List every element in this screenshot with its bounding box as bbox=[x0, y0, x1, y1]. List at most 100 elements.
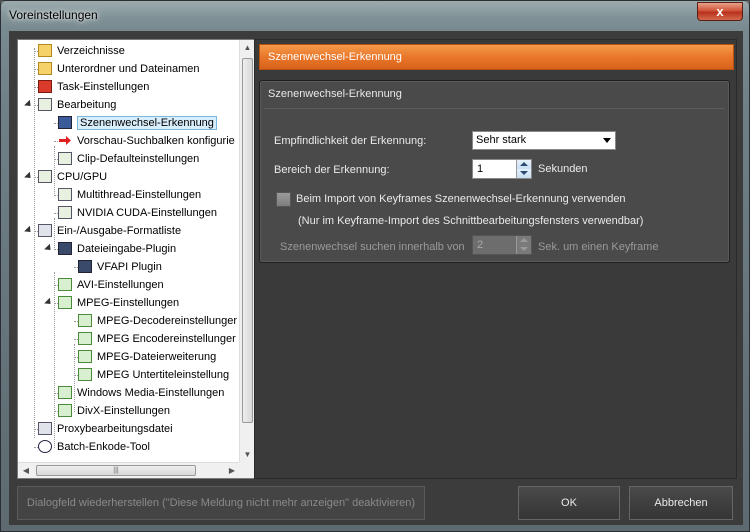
doc-icon bbox=[78, 367, 92, 381]
search-within-label: Szenenwechsel suchen innerhalb von bbox=[280, 241, 465, 253]
search-within-unit: Sek. um einen Keyframe bbox=[538, 241, 659, 253]
tree-item-label: Unterordner und Dateinamen bbox=[57, 63, 200, 75]
plugin-icon bbox=[78, 259, 92, 273]
tree-item-label: Vorschau-Suchbalken konfigurie bbox=[77, 135, 235, 147]
restore-dialogs-button[interactable]: Dialogfeld wiederherstellen ("Diese Meld… bbox=[17, 486, 425, 520]
tree-item[interactable]: VFAPI Plugin bbox=[78, 258, 162, 276]
tree-item-label: Ein-/Ausgabe-Formatliste bbox=[57, 225, 182, 237]
spin-down-icon[interactable] bbox=[517, 245, 531, 254]
group-divider bbox=[264, 108, 725, 109]
search-within-stepper[interactable]: 2 bbox=[472, 235, 532, 255]
tree-item[interactable]: Verzeichnisse bbox=[38, 42, 125, 60]
tree-item[interactable]: Multithread-Einstellungen bbox=[58, 186, 201, 204]
tree-item[interactable]: Clip-Defaulteinstellungen bbox=[58, 150, 199, 168]
tree-item[interactable]: Bearbeitung bbox=[38, 96, 116, 114]
task-icon bbox=[38, 79, 52, 93]
edit-icon bbox=[38, 97, 52, 111]
tree-item-label: Dateieingabe-Plugin bbox=[77, 243, 177, 255]
scene-detection-group: Szenenwechsel-Erkennung Empfindlichkeit … bbox=[259, 80, 730, 263]
spin-up-icon[interactable] bbox=[517, 160, 531, 169]
scroll-left-icon[interactable]: ◀ bbox=[18, 463, 34, 478]
tree-item[interactable]: DivX-Einstellungen bbox=[58, 402, 170, 420]
range-value: 1 bbox=[477, 163, 484, 175]
tree-item[interactable]: MPEG-Einstellungen bbox=[58, 294, 179, 312]
tree-item-label: VFAPI Plugin bbox=[97, 261, 162, 273]
edit-icon bbox=[58, 151, 72, 165]
tree-item-label: Bearbeitung bbox=[57, 99, 117, 111]
keyframe-checkbox-label[interactable]: Beim Import von Keyframes Szenenwechsel-… bbox=[296, 193, 626, 205]
tree-item-label: MPEG-Einstellungen bbox=[77, 297, 180, 309]
clock-icon bbox=[38, 439, 52, 453]
range-label: Bereich der Erkennung: bbox=[274, 164, 390, 176]
spin-up-icon[interactable] bbox=[517, 236, 531, 245]
tree-item[interactable]: AVI-Einstellungen bbox=[58, 276, 164, 294]
edit-icon bbox=[38, 169, 52, 183]
list-icon bbox=[38, 223, 52, 237]
ok-button[interactable]: OK bbox=[518, 486, 620, 520]
tree-item[interactable]: NVIDIA CUDA-Einstellungen bbox=[58, 204, 217, 222]
preferences-window: Voreinstellungen x Verzeichnisse Unterord… bbox=[0, 0, 750, 532]
tree-item-label: Multithread-Einstellungen bbox=[77, 189, 202, 201]
tree-horizontal-scrollbar[interactable]: ◀ ||| ▶ bbox=[18, 462, 240, 478]
tree-item[interactable]: Task-Einstellungen bbox=[38, 78, 149, 96]
horizontal-scroll-thumb[interactable]: ||| bbox=[36, 465, 196, 476]
tree-item-label: DivX-Einstellungen bbox=[77, 405, 170, 417]
tree-item-label: MPEG-Decodereinstellunger bbox=[97, 315, 238, 327]
settings-content-panel: Szenenwechsel-Erkennung Szenenwechsel-Er… bbox=[254, 39, 737, 479]
tree-item[interactable]: MPEG Encodereinstellunger bbox=[78, 330, 236, 348]
tree-item[interactable]: Dateieingabe-Plugin bbox=[58, 240, 176, 258]
range-stepper[interactable]: 1 bbox=[472, 159, 532, 179]
tree-content: Verzeichnisse Unterordner und Dateinamen T… bbox=[18, 40, 240, 463]
tree-item-label: AVI-Einstellungen bbox=[77, 279, 164, 291]
plugin-icon bbox=[58, 241, 72, 255]
search-within-value: 2 bbox=[477, 239, 484, 251]
range-stepper-buttons[interactable] bbox=[516, 160, 531, 178]
dialog-client: Verzeichnisse Unterordner und Dateinamen T… bbox=[9, 31, 743, 525]
tree-item-label: CPU/GPU bbox=[57, 171, 108, 183]
sensitivity-select[interactable]: Sehr stark bbox=[472, 131, 616, 150]
range-unit: Sekunden bbox=[538, 163, 588, 175]
tree-vertical-scrollbar[interactable]: ▲ ▼ bbox=[239, 40, 255, 463]
scroll-right-icon[interactable]: ▶ bbox=[224, 463, 240, 478]
doc-icon bbox=[78, 313, 92, 327]
vertical-scroll-thumb[interactable] bbox=[242, 58, 253, 423]
tree-item[interactable]: Proxybearbeitungsdatei bbox=[38, 420, 173, 438]
tree-connector bbox=[34, 48, 35, 438]
keyframe-scene-detect-checkbox[interactable] bbox=[276, 192, 291, 207]
tree-item[interactable]: Ein-/Ausgabe-Formatliste bbox=[38, 222, 181, 240]
doc-icon bbox=[78, 331, 92, 345]
folder-icon bbox=[38, 43, 52, 57]
chevron-down-icon[interactable] bbox=[603, 138, 611, 143]
tree-item[interactable]: Batch-Enkode-Tool bbox=[38, 438, 150, 456]
sensitivity-label: Empfindlichkeit der Erkennung: bbox=[274, 135, 427, 147]
tree-item[interactable]: MPEG-Dateierweiterung bbox=[78, 348, 216, 366]
tree-item[interactable]: Vorschau-Suchbalken konfigurie bbox=[58, 132, 235, 150]
sensitivity-value: Sehr stark bbox=[476, 134, 527, 146]
spin-down-icon[interactable] bbox=[517, 169, 531, 178]
close-button[interactable]: x bbox=[697, 2, 743, 21]
settings-tree: Verzeichnisse Unterordner und Dateinamen T… bbox=[17, 39, 256, 479]
scroll-up-icon[interactable]: ▲ bbox=[240, 40, 255, 56]
tree-item[interactable]: MPEG Untertiteleinstellung bbox=[78, 366, 229, 384]
scroll-down-icon[interactable]: ▼ bbox=[240, 447, 255, 463]
tree-item[interactable]: Windows Media-Einstellungen bbox=[58, 384, 224, 402]
tree-item[interactable]: Unterordner und Dateinamen bbox=[38, 60, 199, 78]
title-bar[interactable]: Voreinstellungen x bbox=[1, 1, 749, 29]
window-title: Voreinstellungen bbox=[9, 8, 98, 22]
tree-item-label: Task-Einstellungen bbox=[57, 81, 150, 93]
tree-item[interactable]: Szenenwechsel-Erkennung bbox=[58, 114, 217, 132]
doc-icon bbox=[58, 403, 72, 417]
tree-item[interactable]: CPU/GPU bbox=[38, 168, 107, 186]
tree-item-label: MPEG-Dateierweiterung bbox=[97, 351, 217, 363]
cancel-button[interactable]: Abbrechen bbox=[629, 486, 733, 520]
tree-item-label: NVIDIA CUDA-Einstellungen bbox=[77, 207, 218, 219]
tree-item-label: Proxybearbeitungsdatei bbox=[57, 423, 173, 435]
list-icon bbox=[38, 421, 52, 435]
search-within-stepper-buttons[interactable] bbox=[516, 236, 531, 254]
tree-item[interactable]: MPEG-Decodereinstellunger bbox=[78, 312, 237, 330]
tree-item-label: MPEG Encodereinstellunger bbox=[97, 333, 236, 345]
doc-icon bbox=[58, 277, 72, 291]
panel-header: Szenenwechsel-Erkennung bbox=[259, 44, 734, 70]
doc-icon bbox=[78, 349, 92, 363]
doc-icon bbox=[58, 295, 72, 309]
